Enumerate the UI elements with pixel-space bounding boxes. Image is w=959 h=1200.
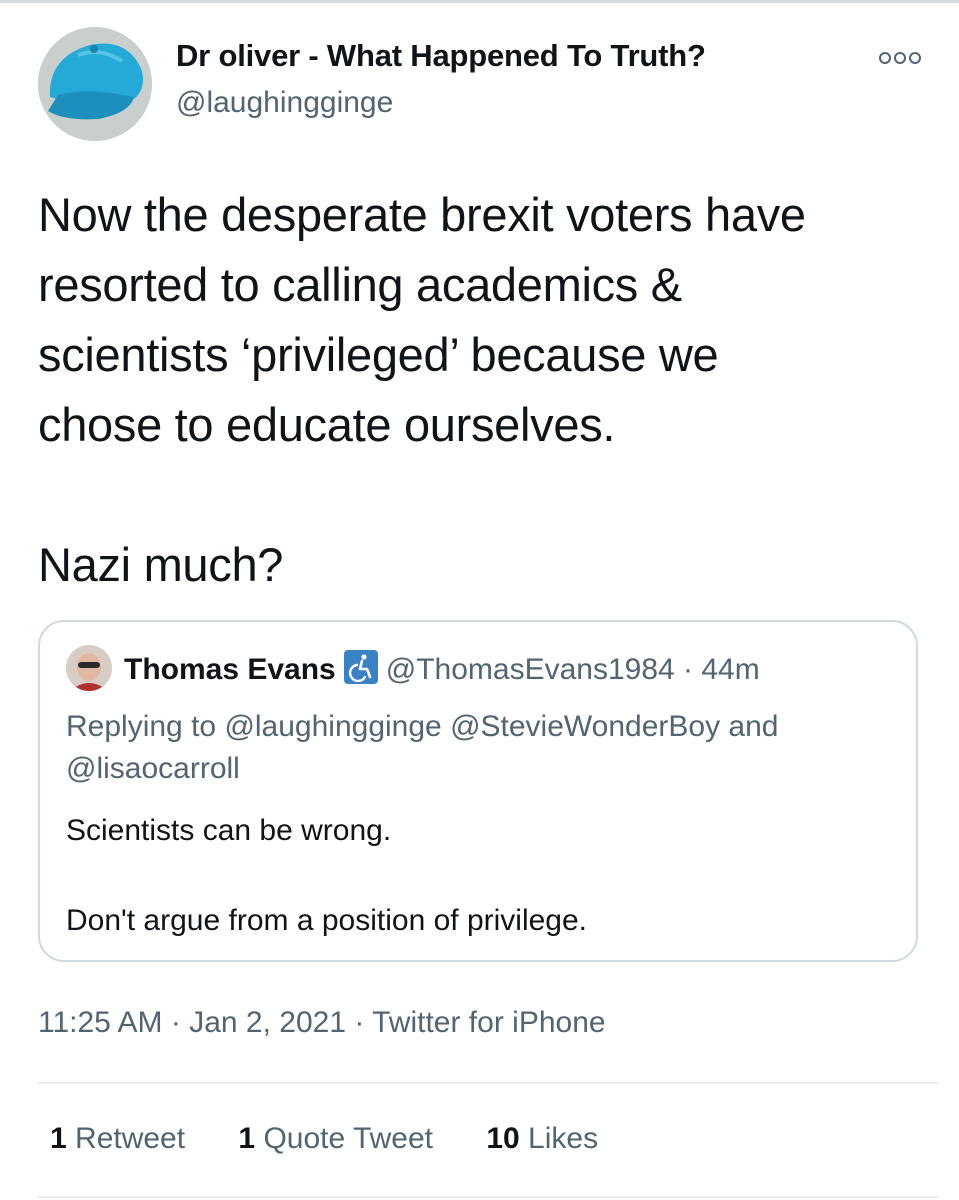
replying-to: Replying to @laughingginge @StevieWonder… bbox=[66, 706, 896, 790]
meta-separator: · bbox=[162, 1006, 190, 1039]
wheelchair-icon bbox=[343, 650, 378, 684]
likes-stat[interactable]: 10 Likes bbox=[486, 1122, 598, 1156]
meta-separator: · bbox=[346, 1006, 373, 1039]
tweet-time[interactable]: 11:25 AM bbox=[38, 1006, 163, 1039]
retweets-stat[interactable]: 1 Retweet bbox=[50, 1122, 185, 1156]
stats-divider-bottom bbox=[38, 1196, 938, 1198]
tweet-text: Now the desperate brexit voters have res… bbox=[38, 188, 806, 591]
quote-tweets-label: Quote Tweet bbox=[255, 1122, 433, 1155]
author-display-name[interactable]: Dr oliver - What Happened To Truth? bbox=[176, 38, 706, 74]
top-divider bbox=[0, 0, 959, 3]
tweet-stats: 1 Retweet 1 Quote Tweet 10 Likes bbox=[50, 1122, 643, 1156]
tweet-date[interactable]: Jan 2, 2021 bbox=[189, 1006, 346, 1039]
tweet-metadata: 11:25 AM · Jan 2, 2021 · Twitter for iPh… bbox=[38, 1006, 606, 1040]
quote-tweets-count: 1 bbox=[238, 1122, 256, 1155]
more-dots-icon[interactable] bbox=[878, 48, 922, 68]
likes-label: Likes bbox=[519, 1122, 599, 1155]
likes-count: 10 bbox=[486, 1122, 520, 1155]
replying-prefix: Replying to bbox=[66, 710, 225, 743]
quote-tweets-stat[interactable]: 1 Quote Tweet bbox=[238, 1122, 433, 1156]
quoted-tweet-header: Thomas Evans @ThomasEvans1984 · 44m bbox=[124, 650, 760, 687]
quoted-author-name[interactable]: Thomas Evans bbox=[124, 653, 336, 686]
quoted-separator: · bbox=[674, 653, 702, 686]
stats-divider-top bbox=[38, 1082, 938, 1084]
quoted-author-handle[interactable]: @ThomasEvans1984 bbox=[386, 653, 675, 686]
quoted-time: 44m bbox=[701, 653, 760, 686]
tweet-source[interactable]: Twitter for iPhone bbox=[372, 1006, 605, 1039]
quoted-tweet-card[interactable]: Thomas Evans @ThomasEvans1984 · 44m Reply… bbox=[38, 620, 918, 962]
author-handle[interactable]: @laughingginge bbox=[176, 86, 393, 120]
quoted-tweet-text: Scientists can be wrong. Don't argue fro… bbox=[66, 814, 588, 937]
author-avatar[interactable] bbox=[38, 27, 152, 141]
quoted-author-avatar[interactable] bbox=[66, 645, 112, 691]
blue-cap-avatar-icon bbox=[38, 27, 152, 141]
retweets-count: 1 bbox=[50, 1122, 67, 1155]
retweets-label: Retweet bbox=[66, 1122, 186, 1155]
